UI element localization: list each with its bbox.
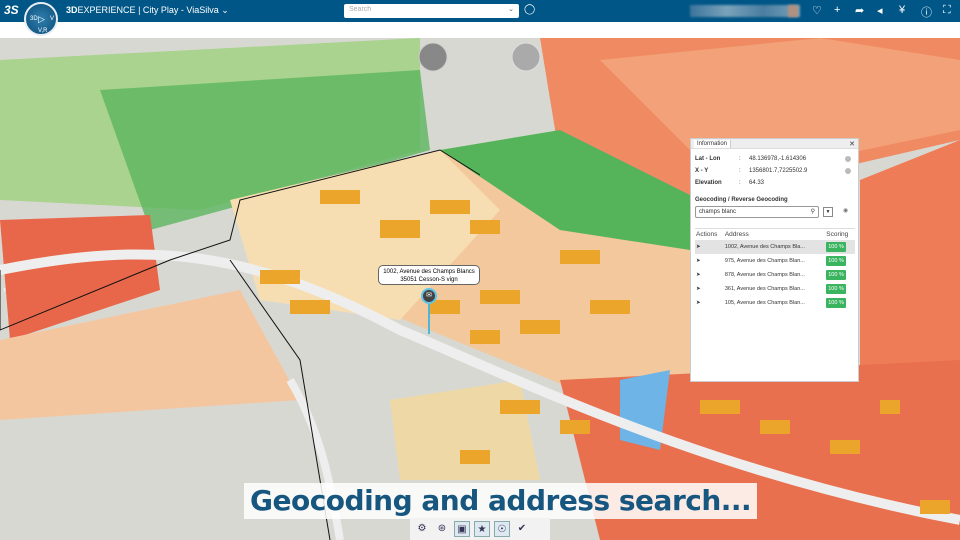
address: 975, Avenue des Champs Blan... [724, 258, 805, 264]
3ds-logo[interactable]: 3S [4, 3, 19, 17]
information-panel: Information ✕ Lat - Lon: 48.136978,-1.6143… [690, 138, 859, 382]
locate-icon[interactable]: ➤ [695, 240, 724, 254]
geocoding-input[interactable]: champs blanc ⚲ [695, 206, 819, 218]
tag-icon[interactable]: ◯ [524, 4, 535, 15]
xy-row: X - Y: 1356801.7,7225502.9 [691, 165, 858, 177]
network-icon[interactable]: ◂ [877, 4, 883, 17]
chevron-down-icon: ⌄ [221, 5, 229, 15]
caption-overlay: Geocoding and address search... [244, 483, 758, 519]
score-badge: 100 % [826, 298, 846, 308]
compass-3d[interactable]: 3D [30, 16, 38, 22]
settings-gear-icon[interactable]: ⚙ [414, 521, 430, 537]
fullscreen-icon[interactable]: ⛶ [943, 4, 951, 17]
locate-icon[interactable]: ➤ [695, 254, 724, 268]
top-bar: 3S 3DEXPERIENCE | City Play - ViaSilva ⌄… [0, 0, 960, 22]
geocoding-title: Geocoding / Reverse Geocoding [695, 197, 788, 203]
notification-icon[interactable]: ♡ [812, 4, 822, 17]
col-scoring: Scoring [825, 228, 855, 240]
expand-left-panel-icon[interactable]: › [3, 284, 6, 294]
address-callout: 1002, Avenue des Champs Blancs 35051 Ces… [378, 265, 480, 285]
info-icon[interactable] [845, 168, 851, 174]
chevron-down-icon[interactable]: ⌄ [508, 5, 514, 13]
search-placeholder: Search [349, 6, 372, 13]
table-row[interactable]: ➤ 361, Avenue des Champs Blan... 100 % [695, 282, 855, 296]
score-badge: 100 % [826, 256, 846, 266]
table-row[interactable]: ➤ 105, Avenue des Champs Blan... 100 % [695, 296, 855, 310]
table-row[interactable]: ➤ 878, Avenue des Champs Blan... 100 % [695, 268, 855, 282]
play-icon[interactable]: ▷ [38, 14, 45, 25]
colon: : [739, 168, 741, 174]
elevation-row: Elevation: 64.33 [691, 177, 858, 189]
star-icon[interactable]: ★ [474, 521, 490, 537]
locate-icon[interactable]: ➤ [695, 268, 724, 282]
table-row[interactable]: ➤ 975, Avenue des Champs Blan... 100 % [695, 254, 855, 268]
app-name: City Play - ViaSilva [142, 5, 219, 15]
table-row[interactable]: ➤ 1002, Avenue des Champs Bla... 100 % [695, 240, 855, 254]
info-icon[interactable] [845, 156, 851, 162]
score-badge: 100 % [826, 270, 846, 280]
lat-lon-value: 48.136978,-1.614306 [749, 156, 807, 162]
lat-lon-row: Lat - Lon: 48.136978,-1.614306 [691, 153, 858, 165]
brand: 3D [66, 5, 78, 15]
map-compass-icon [418, 42, 448, 72]
lightning-icon[interactable]: ⊛ [434, 521, 450, 537]
score-badge: 100 % [826, 242, 846, 252]
compass-vr[interactable]: V,R [38, 28, 47, 34]
help-icon[interactable]: ⓘ [921, 4, 932, 20]
app-title[interactable]: 3DEXPERIENCE | City Play - ViaSilva ⌄ [66, 5, 229, 16]
address: 1002, Avenue des Champs Bla... [723, 240, 826, 254]
compass-widget[interactable]: 3D ▷ V V,R [24, 2, 58, 36]
address: 105, Avenue des Champs Blan... [724, 300, 805, 306]
elevation-label: Elevation [695, 180, 722, 186]
marker-stem [428, 304, 430, 334]
compass-icon[interactable]: ☉ [494, 521, 510, 537]
colon: : [739, 156, 741, 162]
address: 361, Avenue des Champs Blan... [724, 286, 805, 292]
tools-icon[interactable]: ¥ [899, 4, 905, 16]
xy-value: 1356801.7,7225502.9 [749, 168, 808, 174]
results-table: Actions Address Scoring ➤ 1002, Avenue des … [695, 228, 855, 310]
share-icon[interactable]: ➦ [855, 4, 864, 17]
camera-icon[interactable]: ▣ [454, 521, 470, 537]
callout-line2: 35051 Cesson-S vign [400, 277, 458, 283]
search-icon[interactable]: ⚲ [811, 208, 815, 215]
close-icon[interactable]: ✕ [849, 140, 855, 148]
colon: : [739, 180, 741, 186]
geocoding-search: champs blanc ⚲ ▼ ◉ [691, 206, 858, 222]
address: 878, Avenue des Champs Blan... [724, 272, 805, 278]
location-pin-icon[interactable]: ◉ [843, 207, 848, 214]
lat-lon-label: Lat - Lon [695, 156, 721, 162]
locate-icon[interactable]: ➤ [695, 296, 724, 310]
map-pan-icon [511, 42, 541, 72]
col-actions: Actions [695, 228, 724, 240]
mail-marker-icon[interactable]: ✉ [421, 288, 437, 304]
bottom-toolbar: ⚙ ⊛ ▣ ★ ☉ ✔ [410, 518, 550, 540]
xy-label: X - Y [695, 168, 709, 174]
toolbar-strip [0, 22, 960, 38]
score-badge: 100 % [826, 284, 846, 294]
locate-icon[interactable]: ➤ [695, 282, 724, 296]
separator: | [138, 5, 141, 15]
avatar[interactable] [788, 5, 798, 17]
col-address: Address [723, 228, 826, 240]
panel-header: Information ✕ [691, 139, 858, 149]
badge-icon[interactable]: ✔ [514, 521, 530, 537]
user-name [690, 5, 800, 17]
search-input[interactable]: Search ⌄ [344, 4, 519, 18]
callout-line1: 1002, Avenue des Champs Blancs [383, 269, 475, 275]
tab-information[interactable]: Information [694, 140, 732, 148]
compass-v[interactable]: V [50, 16, 54, 22]
geocoding-query: champs blanc [699, 209, 737, 215]
dropdown-icon[interactable]: ▼ [823, 207, 833, 217]
add-icon[interactable]: + [834, 4, 840, 16]
elevation-value: 64.33 [749, 180, 765, 186]
product: EXPERIENCE [77, 5, 136, 15]
